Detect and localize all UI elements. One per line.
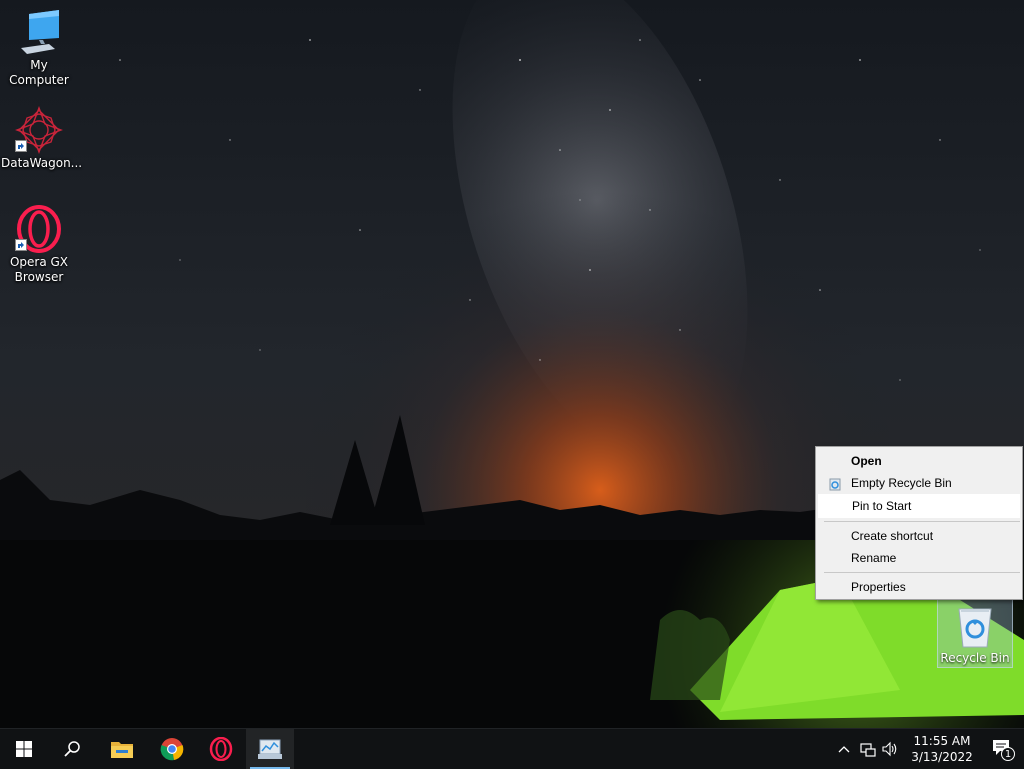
desktop-icon-label: Recycle Bin	[940, 651, 1010, 665]
menu-item-label: Open	[851, 454, 882, 468]
clock-date: 3/13/2022	[911, 750, 973, 764]
opera-icon	[209, 737, 233, 761]
menu-item-label: Properties	[851, 580, 906, 594]
menu-item-empty-recycle-bin[interactable]: Empty Recycle Bin	[818, 472, 1020, 494]
search-icon	[64, 741, 80, 757]
menu-item-rename[interactable]: Rename	[818, 547, 1020, 569]
desktop-icon-label: My Computer	[9, 58, 69, 87]
monitor-icon	[15, 8, 63, 56]
desktop-wallpaper	[0, 0, 1024, 728]
chrome-icon	[160, 738, 184, 761]
context-menu: Open Empty Recycle Bin Pin to Start Crea…	[815, 446, 1023, 600]
volume-icon[interactable]	[882, 741, 898, 757]
taskbar-clock[interactable]: 11:55 AM 3/13/2022	[906, 733, 978, 765]
control-panel-button[interactable]	[246, 729, 294, 769]
desktop-icon-recycle-bin[interactable]: Recycle Bin	[937, 599, 1013, 668]
recycle-icon	[828, 476, 842, 491]
search-button[interactable]	[48, 729, 96, 769]
menu-item-open[interactable]: Open	[818, 450, 1020, 472]
datawagon-icon	[15, 106, 63, 154]
windows-logo-icon	[16, 741, 32, 757]
action-center-button[interactable]: 1	[992, 737, 1018, 763]
menu-item-create-shortcut[interactable]: Create shortcut	[818, 525, 1020, 547]
desktop-icon-label: DataWagon...	[1, 156, 83, 170]
menu-item-pin-to-start[interactable]: Pin to Start	[818, 494, 1020, 518]
menu-item-properties[interactable]: Properties	[818, 576, 1020, 598]
system-tray: 11:55 AM 3/13/2022 1	[834, 729, 1024, 769]
opera-gx-icon	[15, 205, 63, 253]
folder-icon	[111, 742, 133, 758]
start-button[interactable]	[0, 729, 48, 769]
file-explorer-button[interactable]	[98, 729, 146, 769]
desktop-icon-my-computer[interactable]: My Computer	[1, 8, 77, 88]
taskbar: 11:55 AM 3/13/2022 1	[0, 728, 1024, 769]
chevron-up-icon[interactable]	[836, 741, 852, 757]
shortcut-arrow-icon	[15, 140, 27, 152]
menu-separator	[824, 572, 1020, 573]
menu-item-label: Empty Recycle Bin	[851, 476, 952, 490]
network-icon[interactable]	[860, 741, 876, 757]
control-panel-icon	[258, 739, 282, 759]
chrome-button[interactable]	[148, 729, 196, 769]
menu-item-label: Create shortcut	[851, 529, 934, 543]
menu-item-label: Rename	[851, 551, 897, 565]
shortcut-arrow-icon	[15, 239, 27, 251]
desktop-icon-label: Opera GX Browser	[9, 255, 69, 284]
recycle-bin-icon	[951, 603, 999, 649]
opera-button[interactable]	[197, 729, 245, 769]
menu-item-label: Pin to Start	[852, 499, 912, 513]
desktop-icon-datawagon[interactable]: DataWagon...	[1, 106, 83, 171]
menu-separator	[824, 521, 1020, 522]
clock-time: 11:55 AM	[913, 734, 971, 748]
notification-badge: 1	[1001, 747, 1015, 761]
desktop-icon-opera-gx[interactable]: Opera GX Browser	[1, 205, 77, 285]
